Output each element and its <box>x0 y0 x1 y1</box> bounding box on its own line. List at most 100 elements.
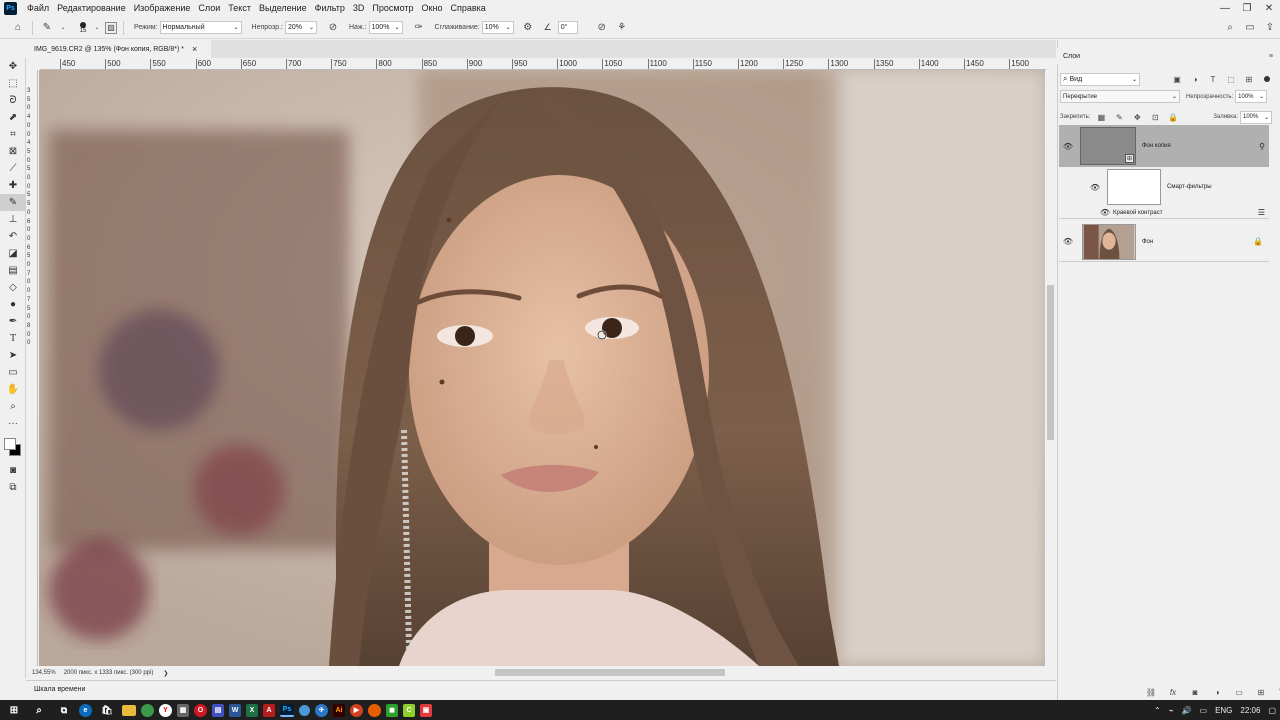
windows-start-icon[interactable]: ⊞ <box>4 703 24 717</box>
dodge-tool-icon[interactable]: ● <box>0 296 26 313</box>
layer-opacity-field[interactable]: 100% ⌄ <box>1235 90 1268 103</box>
close-window-icon[interactable]: ✕ <box>1258 1 1280 15</box>
task-view-icon[interactable]: ⧉ <box>54 703 74 717</box>
menu-item[interactable]: Фильтр <box>311 0 349 16</box>
blend-mode-select[interactable]: Перекрытие ⌄ <box>1060 90 1180 103</box>
document-canvas[interactable] <box>39 70 1045 666</box>
blur-tool-icon[interactable]: ◇ <box>0 279 26 296</box>
zoom-tool-icon[interactable]: ⌕ <box>0 398 26 415</box>
layer-row-smart-filters[interactable]: 👁 Смарт-фильтры <box>1059 168 1269 206</box>
filter-toggle-icon[interactable] <box>1264 76 1270 82</box>
lock-image-icon[interactable]: ✎ <box>1112 109 1126 125</box>
brush-tool-icon[interactable]: ✎ <box>39 20 55 36</box>
firefox-icon[interactable] <box>368 703 381 717</box>
media-icon[interactable]: ▤ <box>212 703 224 717</box>
chrome-icon[interactable] <box>141 703 154 717</box>
network-icon[interactable]: ⌁ <box>1169 706 1174 715</box>
airbrush-icon[interactable]: ✑ <box>411 20 427 36</box>
eye-icon[interactable]: 👁 <box>1062 141 1074 151</box>
menu-item[interactable]: 3D <box>349 0 369 16</box>
illustrator-icon[interactable]: Ai <box>333 703 345 717</box>
brush-preset-picker[interactable]: 15 <box>75 21 91 34</box>
restore-icon[interactable]: ❐ <box>1236 1 1258 15</box>
filter-row-high-pass[interactable]: 👁 Краевой контраст ☰ <box>1059 207 1269 219</box>
filter-blending-options-icon[interactable]: ☰ <box>1258 208 1265 217</box>
clock[interactable]: 22:06 <box>1240 706 1260 715</box>
excel-icon[interactable]: X <box>246 703 258 717</box>
filter-shape-icon[interactable]: ⬚ <box>1224 71 1238 87</box>
opacity-field[interactable]: 20% ⌄ <box>284 21 317 34</box>
menu-item[interactable]: Файл <box>23 0 53 16</box>
edge-icon[interactable]: e <box>79 703 92 717</box>
brush-tool-icon[interactable]: ✎ <box>0 194 26 211</box>
bird-icon[interactable]: ✈ <box>315 703 328 717</box>
pressure-opacity-icon[interactable]: ⊘ <box>325 20 341 36</box>
yandex-icon[interactable]: Y <box>159 703 172 717</box>
history-brush-tool-icon[interactable]: ↶ <box>0 228 26 245</box>
zoom-level[interactable]: 134,55% <box>32 670 56 676</box>
pressure-field[interactable]: 100% ⌄ <box>368 21 403 34</box>
search-icon[interactable]: ⌕ <box>29 703 49 717</box>
store-icon[interactable]: 🛍 <box>97 703 117 717</box>
healing-brush-tool-icon[interactable]: ✚ <box>0 177 26 194</box>
adjustment-layer-icon[interactable]: ◑ <box>1208 684 1226 700</box>
minimize-icon[interactable]: — <box>1214 1 1236 15</box>
eye-icon[interactable]: 👁 <box>1062 237 1074 247</box>
menu-item[interactable]: Изображение <box>130 0 195 16</box>
calc-icon[interactable]: ▦ <box>177 703 189 717</box>
notification-icon[interactable]: ▢ <box>1268 706 1276 715</box>
layers-tab[interactable]: Слои <box>1057 48 1087 64</box>
frame-tool-icon[interactable]: ⊠ <box>0 143 26 160</box>
gear-icon[interactable]: ⚙ <box>520 20 536 36</box>
home-icon[interactable]: ⌂ <box>10 20 26 36</box>
panel-menu-icon[interactable]: ≡ <box>1269 53 1273 60</box>
layer-row-background[interactable]: 👁 Фон 🔒 <box>1059 222 1269 262</box>
clone-stamp-tool-icon[interactable]: ⊥ <box>0 211 26 228</box>
menu-item[interactable]: Справка <box>446 0 489 16</box>
explorer-icon[interactable] <box>122 704 136 716</box>
horizontal-scroll-thumb[interactable] <box>495 669 725 676</box>
chevron-down-icon[interactable]: ⌄ <box>59 20 67 36</box>
hand-tool-icon[interactable]: ✋ <box>0 381 26 398</box>
layer-filter-select[interactable]: ⌕ Вид ⌄ <box>1060 72 1140 86</box>
lime-app-icon[interactable]: C <box>403 703 415 717</box>
keyboard-language[interactable]: ENG <box>1215 706 1232 715</box>
link-layers-icon[interactable]: ⛓ <box>1142 684 1160 700</box>
volume-icon[interactable]: 🔊 <box>1182 706 1192 715</box>
eye-icon[interactable]: 👁 <box>1099 208 1111 218</box>
opera-icon[interactable]: O <box>194 703 207 717</box>
layer-name[interactable]: Фон копия <box>1142 143 1259 149</box>
lock-transparent-icon[interactable]: ▦ <box>1094 109 1108 125</box>
acrobat-icon[interactable]: A <box>263 703 275 717</box>
filter-type-icon[interactable]: T <box>1206 71 1220 87</box>
smoothing-field[interactable]: 10% ⌄ <box>481 21 514 34</box>
video-icon[interactable]: ▶ <box>350 703 363 717</box>
path-select-tool-icon[interactable]: ➤ <box>0 347 26 364</box>
foreground-color-swatch[interactable] <box>4 438 16 450</box>
angle-field[interactable]: 0° <box>557 21 578 34</box>
mode-select[interactable]: Нормальный ⌄ <box>159 21 242 34</box>
fx-icon[interactable]: fx <box>1164 684 1182 700</box>
move-tool-icon[interactable]: ✥ <box>0 58 26 75</box>
tray-chevron-icon[interactable]: ⌃ <box>1154 706 1161 715</box>
quick-mask-icon[interactable]: ◙ <box>0 462 26 479</box>
trash-icon[interactable]: 🗑 <box>1274 684 1280 700</box>
fill-field[interactable]: 100% ⌄ <box>1240 110 1272 124</box>
marquee-tool-icon[interactable]: ⬚ <box>0 75 26 92</box>
menu-item[interactable]: Текст <box>224 0 255 16</box>
menu-item[interactable]: Выделение <box>255 0 311 16</box>
status-menu-arrow[interactable]: ❯ <box>163 670 168 677</box>
symmetry-icon[interactable]: ⚘ <box>614 20 630 36</box>
eraser-tool-icon[interactable]: ◪ <box>0 245 26 262</box>
photoshop-taskbar-icon[interactable]: Ps <box>280 703 294 717</box>
workspace-icon[interactable]: ▭ <box>1242 20 1258 36</box>
timeline-label[interactable]: Шкала времени <box>34 686 85 693</box>
menu-item[interactable]: Слои <box>194 0 224 16</box>
battery-icon[interactable]: ▭ <box>1200 706 1208 715</box>
shape-tool-icon[interactable]: ▭ <box>0 364 26 381</box>
filter-smart-object-icon[interactable]: ⊞ <box>1242 71 1256 87</box>
menu-item[interactable]: Просмотр <box>368 0 417 16</box>
share-icon[interactable]: ⇪ <box>1262 20 1278 36</box>
lock-position-icon[interactable]: ✥ <box>1130 109 1144 125</box>
color-swatches[interactable] <box>0 432 26 462</box>
